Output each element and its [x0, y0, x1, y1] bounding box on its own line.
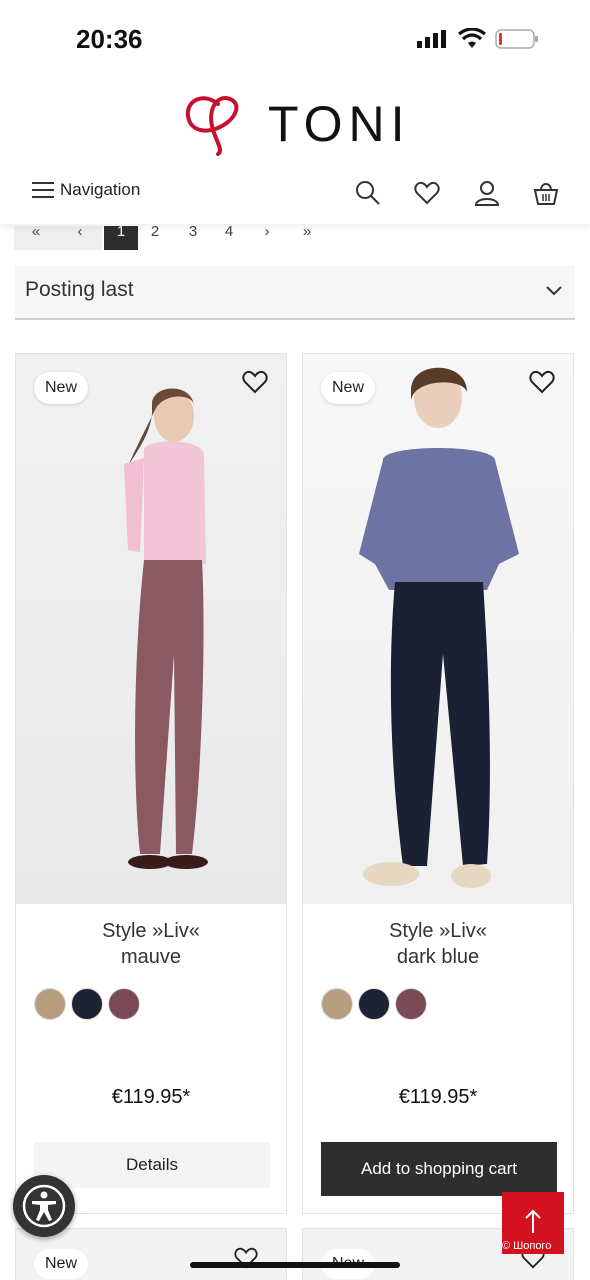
- color-swatch-mauve[interactable]: [108, 988, 140, 1020]
- wishlist-heart-icon[interactable]: [529, 370, 555, 394]
- product-color-name: dark blue: [396, 946, 480, 968]
- color-swatch-mauve[interactable]: [395, 988, 427, 1020]
- cellular-signal-icon: [417, 30, 446, 48]
- color-swatch-beige[interactable]: [321, 988, 353, 1020]
- color-swatch-beige[interactable]: [34, 988, 66, 1020]
- sort-select[interactable]: Posting last: [15, 266, 575, 320]
- hamburger-menu-icon: [32, 182, 54, 198]
- model-photo-mauve: [124, 388, 208, 869]
- new-badge: New: [34, 1249, 89, 1279]
- accessibility-button[interactable]: [13, 1175, 75, 1237]
- search-icon[interactable]: [355, 180, 381, 206]
- product-card[interactable]: New: [15, 1228, 287, 1280]
- add-to-cart-button[interactable]: Add to shopping cart: [321, 1142, 557, 1196]
- navigation-menu-button[interactable]: Navigation: [32, 180, 140, 200]
- pagination-page-3[interactable]: 3: [182, 226, 204, 250]
- battery-icon: [495, 29, 538, 49]
- chevron-down-icon: [546, 286, 562, 296]
- product-image[interactable]: [16, 354, 286, 904]
- new-badge: New: [321, 372, 376, 404]
- pagination-page-1[interactable]: 1: [104, 226, 138, 250]
- pagination-page-4[interactable]: 4: [218, 226, 240, 250]
- wishlist-heart-icon[interactable]: [242, 370, 268, 394]
- sort-selected-value: Posting last: [25, 278, 134, 301]
- status-time: 20:36: [76, 24, 143, 54]
- toni-logo-mark-icon: [185, 96, 239, 156]
- product-card[interactable]: New Style »Liv« dark blue €119.95* Add t…: [302, 353, 574, 1214]
- main-nav-bar: Navigation: [0, 168, 590, 224]
- color-swatches: [321, 988, 427, 1020]
- status-bar: 20:36: [0, 0, 590, 80]
- pagination-page-2[interactable]: 2: [144, 226, 166, 250]
- model-photo-dark-blue: [359, 367, 519, 888]
- brand-logo[interactable]: TONI: [0, 92, 590, 156]
- pagination: « ‹ 1 2 3 4 › »: [14, 226, 314, 250]
- arrow-up-icon: [525, 1209, 541, 1233]
- product-price: €119.95*: [398, 1086, 478, 1108]
- product-price: €119.95*: [111, 1086, 191, 1108]
- wifi-icon: [458, 28, 486, 48]
- navigation-label: Navigation: [60, 180, 141, 199]
- product-name[interactable]: Style »Liv« mauve: [16, 918, 286, 970]
- product-style: Style »Liv«: [389, 920, 487, 942]
- pagination-next-button[interactable]: ›: [256, 226, 278, 250]
- brand-wordmark: TONI: [268, 96, 411, 152]
- product-color-name: mauve: [120, 946, 182, 968]
- wishlist-heart-icon[interactable]: [414, 180, 440, 206]
- pagination-last-button[interactable]: »: [296, 226, 314, 250]
- accessibility-person-icon: [22, 1184, 66, 1228]
- color-swatches: [34, 988, 140, 1020]
- account-user-icon[interactable]: [474, 180, 500, 206]
- product-image[interactable]: [303, 354, 573, 904]
- product-name[interactable]: Style »Liv« dark blue: [303, 918, 573, 970]
- color-swatch-dark-blue[interactable]: [358, 988, 390, 1020]
- product-style: Style »Liv«: [102, 920, 200, 942]
- product-card[interactable]: New Style »Liv« mauve €119.95* Details: [15, 353, 287, 1214]
- shopping-basket-icon[interactable]: [533, 180, 559, 206]
- home-indicator: [190, 1262, 400, 1268]
- new-badge: New: [34, 372, 89, 404]
- pagination-first-button[interactable]: «: [14, 226, 58, 250]
- details-button[interactable]: Details: [34, 1142, 270, 1188]
- pagination-prev-button[interactable]: ‹: [58, 226, 102, 250]
- color-swatch-dark-blue[interactable]: [71, 988, 103, 1020]
- watermark-text: © Шопого: [502, 1240, 552, 1252]
